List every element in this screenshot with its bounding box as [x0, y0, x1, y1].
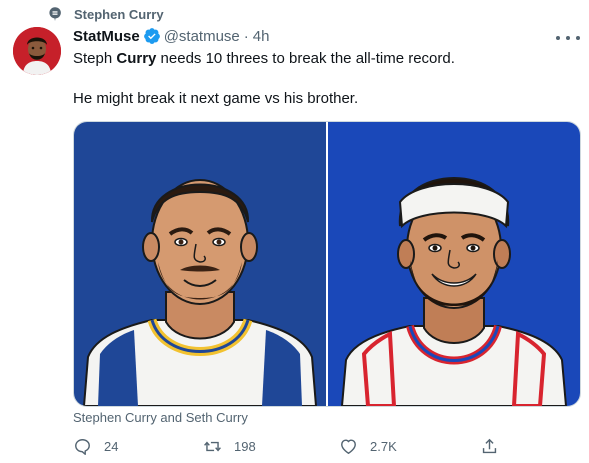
tweet-media[interactable]: [73, 121, 581, 407]
tweet-header: StatMuse @statmuse · 4h: [73, 27, 269, 45]
tweet-text: Steph Curry needs 10 threes to break the…: [73, 49, 573, 109]
media-caption: Stephen Curry and Seth Curry: [73, 410, 248, 425]
topic-icon: [49, 7, 61, 21]
tweet-timestamp[interactable]: 4h: [253, 28, 270, 45]
author-handle[interactable]: @statmuse: [164, 28, 240, 45]
reply-button[interactable]: 24: [73, 437, 118, 456]
tweet-actions: 24 198 2.7K: [73, 437, 503, 459]
highlighted-keyword: Curry: [116, 50, 157, 67]
retweet-button[interactable]: 198: [203, 437, 256, 456]
media-image-stephen-curry[interactable]: [74, 122, 326, 406]
media-image-seth-curry[interactable]: [328, 122, 580, 406]
separator-dot: ·: [243, 27, 249, 45]
tweet-line-1: Steph Curry needs 10 threes to break the…: [73, 50, 455, 67]
topic-label: Stephen Curry: [74, 6, 164, 22]
tweet-line-2: He might break it next game vs his broth…: [73, 90, 359, 107]
heart-icon: [341, 439, 356, 454]
avatar[interactable]: [13, 27, 61, 75]
more-options-icon[interactable]: [556, 28, 580, 48]
like-count: 2.7K: [370, 439, 397, 454]
retweet-count: 198: [234, 439, 256, 454]
verified-badge-icon: [143, 28, 160, 44]
reply-count: 24: [104, 439, 119, 454]
display-name[interactable]: StatMuse: [73, 28, 140, 45]
reply-icon: [75, 439, 90, 455]
like-button[interactable]: 2.7K: [339, 437, 397, 456]
topic-context[interactable]: Stephen Curry: [47, 6, 164, 22]
share-button[interactable]: [480, 437, 511, 456]
share-icon: [482, 438, 497, 454]
retweet-icon: [204, 441, 221, 452]
